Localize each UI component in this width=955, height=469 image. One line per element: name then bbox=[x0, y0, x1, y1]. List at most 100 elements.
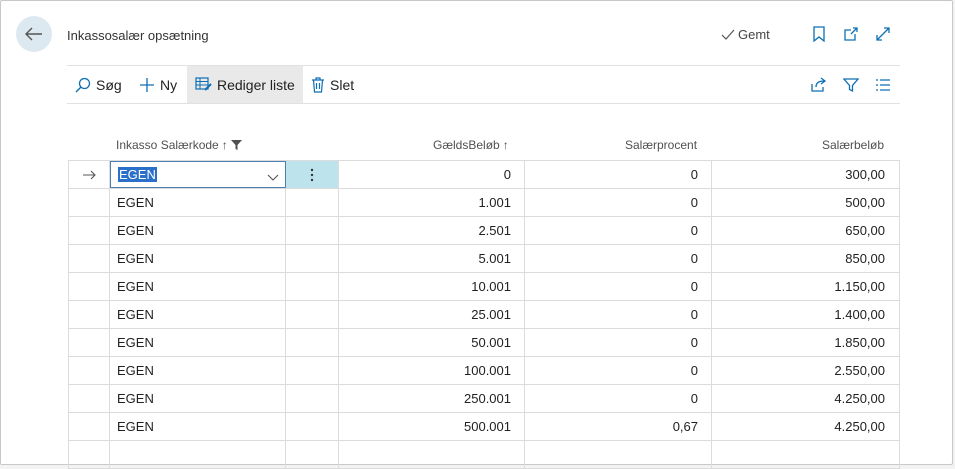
share-icon[interactable] bbox=[809, 75, 829, 95]
back-button[interactable] bbox=[16, 16, 52, 52]
cell-code[interactable]: EGEN bbox=[110, 357, 286, 384]
cell-code-text: EGEN bbox=[117, 223, 154, 238]
column-header-debt-amount[interactable]: GældsBeløb ↑ bbox=[433, 138, 509, 152]
search-icon bbox=[75, 77, 91, 92]
cell-fee-amount[interactable]: 4.250,00 bbox=[712, 385, 900, 412]
cell-fee-amount[interactable]: 650,00 bbox=[712, 217, 900, 244]
empty-cell[interactable] bbox=[286, 441, 339, 468]
empty-cell[interactable] bbox=[525, 441, 712, 468]
cell-code-text: EGEN bbox=[118, 167, 157, 182]
cell-row-menu[interactable] bbox=[286, 217, 339, 244]
cell-fee-percent[interactable]: 0 bbox=[525, 357, 712, 384]
row-indicator bbox=[68, 217, 110, 244]
cell-fee-percent[interactable]: 0 bbox=[525, 161, 712, 188]
row-menu-button[interactable] bbox=[286, 161, 339, 188]
table-row[interactable]: EGEN 10.001 0 1.150,00 bbox=[68, 273, 900, 301]
table-row-empty[interactable] bbox=[68, 441, 900, 469]
cell-code[interactable]: EGEN bbox=[110, 413, 286, 440]
code-dropdown[interactable]: EGEN bbox=[110, 161, 286, 188]
cell-row-menu[interactable] bbox=[286, 329, 339, 356]
action-bar: Søg Ny Rediger liste Slet bbox=[67, 65, 900, 104]
cell-row-menu[interactable] bbox=[286, 273, 339, 300]
open-new-window-icon[interactable] bbox=[842, 25, 860, 43]
cell-fee-amount[interactable]: 4.250,00 bbox=[712, 413, 900, 440]
table-row[interactable]: EGEN 100.001 0 2.550,00 bbox=[68, 357, 900, 385]
cell-fee-percent[interactable]: 0 bbox=[525, 273, 712, 300]
bookmark-icon[interactable] bbox=[810, 25, 828, 43]
sort-ascending-icon: ↑ bbox=[502, 138, 509, 152]
empty-cell[interactable] bbox=[339, 441, 525, 468]
cell-fee-percent[interactable]: 0 bbox=[525, 217, 712, 244]
cell-code[interactable]: EGEN bbox=[110, 189, 286, 216]
cell-debt-amount[interactable]: 50.001 bbox=[339, 329, 525, 356]
cell-debt-amount[interactable]: 0 bbox=[339, 161, 525, 188]
cell-fee-percent[interactable]: 0 bbox=[525, 245, 712, 272]
table-row[interactable]: EGEN 50.001 0 1.850,00 bbox=[68, 329, 900, 357]
cell-fee-amount[interactable]: 300,00 bbox=[712, 161, 900, 188]
cell-fee-percent[interactable]: 0,67 bbox=[525, 413, 712, 440]
cell-fee-amount[interactable]: 1.400,00 bbox=[712, 301, 900, 328]
cell-row-menu[interactable] bbox=[286, 385, 339, 412]
cell-fee-percent[interactable]: 0 bbox=[525, 301, 712, 328]
cell-debt-amount[interactable]: 5.001 bbox=[339, 245, 525, 272]
chevron-down-icon[interactable] bbox=[267, 170, 279, 185]
row-indicator bbox=[68, 301, 110, 328]
row-indicator bbox=[68, 245, 110, 272]
table-row[interactable]: EGEN 500.001 0,67 4.250,00 bbox=[68, 413, 900, 441]
cell-debt-amount[interactable]: 10.001 bbox=[339, 273, 525, 300]
cell-code-text: EGEN bbox=[117, 363, 154, 378]
edit-list-button[interactable]: Rediger liste bbox=[187, 66, 303, 103]
more-vertical-icon bbox=[310, 168, 314, 181]
row-indicator bbox=[68, 413, 110, 440]
filter-icon[interactable] bbox=[841, 75, 861, 95]
cell-fee-amount[interactable]: 850,00 bbox=[712, 245, 900, 272]
cell-debt-amount[interactable]: 500.001 bbox=[339, 413, 525, 440]
delete-button[interactable]: Slet bbox=[305, 66, 360, 103]
cell-code[interactable]: EGEN bbox=[110, 329, 286, 356]
cell-row-menu[interactable] bbox=[286, 357, 339, 384]
cell-row-menu[interactable] bbox=[286, 189, 339, 216]
filter-active-icon bbox=[230, 140, 242, 150]
cell-code[interactable]: EGEN bbox=[110, 301, 286, 328]
cell-code-text: EGEN bbox=[117, 195, 154, 210]
list-view-icon[interactable] bbox=[873, 75, 893, 95]
cell-fee-amount[interactable]: 2.550,00 bbox=[712, 357, 900, 384]
cell-fee-percent[interactable]: 0 bbox=[525, 189, 712, 216]
cell-fee-percent[interactable]: 0 bbox=[525, 385, 712, 412]
cell-debt-amount[interactable]: 100.001 bbox=[339, 357, 525, 384]
cell-fee-amount[interactable]: 1.150,00 bbox=[712, 273, 900, 300]
cell-fee-percent[interactable]: 0 bbox=[525, 329, 712, 356]
table-row[interactable]: EGEN 5.001 0 850,00 bbox=[68, 245, 900, 273]
cell-debt-amount[interactable]: 250.001 bbox=[339, 385, 525, 412]
cell-code-text: EGEN bbox=[117, 391, 154, 406]
cell-debt-amount[interactable]: 1.001 bbox=[339, 189, 525, 216]
table-row[interactable]: EGEN 0 0 300,00 bbox=[68, 161, 900, 189]
column-header-fee-amount[interactable]: Salærbeløb bbox=[822, 138, 884, 152]
cell-code[interactable]: EGEN bbox=[110, 217, 286, 244]
column-header-fee-percent[interactable]: Salærprocent bbox=[625, 138, 697, 152]
cell-debt-amount[interactable]: 25.001 bbox=[339, 301, 525, 328]
new-button[interactable]: Ny bbox=[133, 66, 183, 103]
table-row[interactable]: EGEN 1.001 0 500,00 bbox=[68, 189, 900, 217]
cell-code[interactable]: EGEN bbox=[110, 273, 286, 300]
cell-row-menu[interactable] bbox=[286, 245, 339, 272]
cell-debt-amount[interactable]: 2.501 bbox=[339, 217, 525, 244]
cell-row-menu[interactable] bbox=[286, 413, 339, 440]
search-button[interactable]: Søg bbox=[69, 66, 128, 103]
table-row[interactable]: EGEN 2.501 0 650,00 bbox=[68, 217, 900, 245]
table-row[interactable]: EGEN 25.001 0 1.400,00 bbox=[68, 301, 900, 329]
empty-cell[interactable] bbox=[110, 441, 286, 468]
cell-fee-amount[interactable]: 1.850,00 bbox=[712, 329, 900, 356]
empty-cell[interactable] bbox=[68, 441, 110, 468]
cell-fee-amount[interactable]: 500,00 bbox=[712, 189, 900, 216]
column-header-code[interactable]: Inkasso Salærkode ↑ bbox=[116, 138, 242, 152]
cell-code-text: EGEN bbox=[117, 251, 154, 266]
expand-icon[interactable] bbox=[874, 25, 892, 43]
page-title: Inkassosalær opsætning bbox=[67, 28, 209, 43]
cell-code[interactable]: EGEN bbox=[110, 245, 286, 272]
cell-code[interactable]: EGEN bbox=[110, 385, 286, 412]
cell-row-menu[interactable] bbox=[286, 301, 339, 328]
checkmark-icon bbox=[721, 29, 735, 40]
table-row[interactable]: EGEN 250.001 0 4.250,00 bbox=[68, 385, 900, 413]
empty-cell[interactable] bbox=[712, 441, 900, 468]
